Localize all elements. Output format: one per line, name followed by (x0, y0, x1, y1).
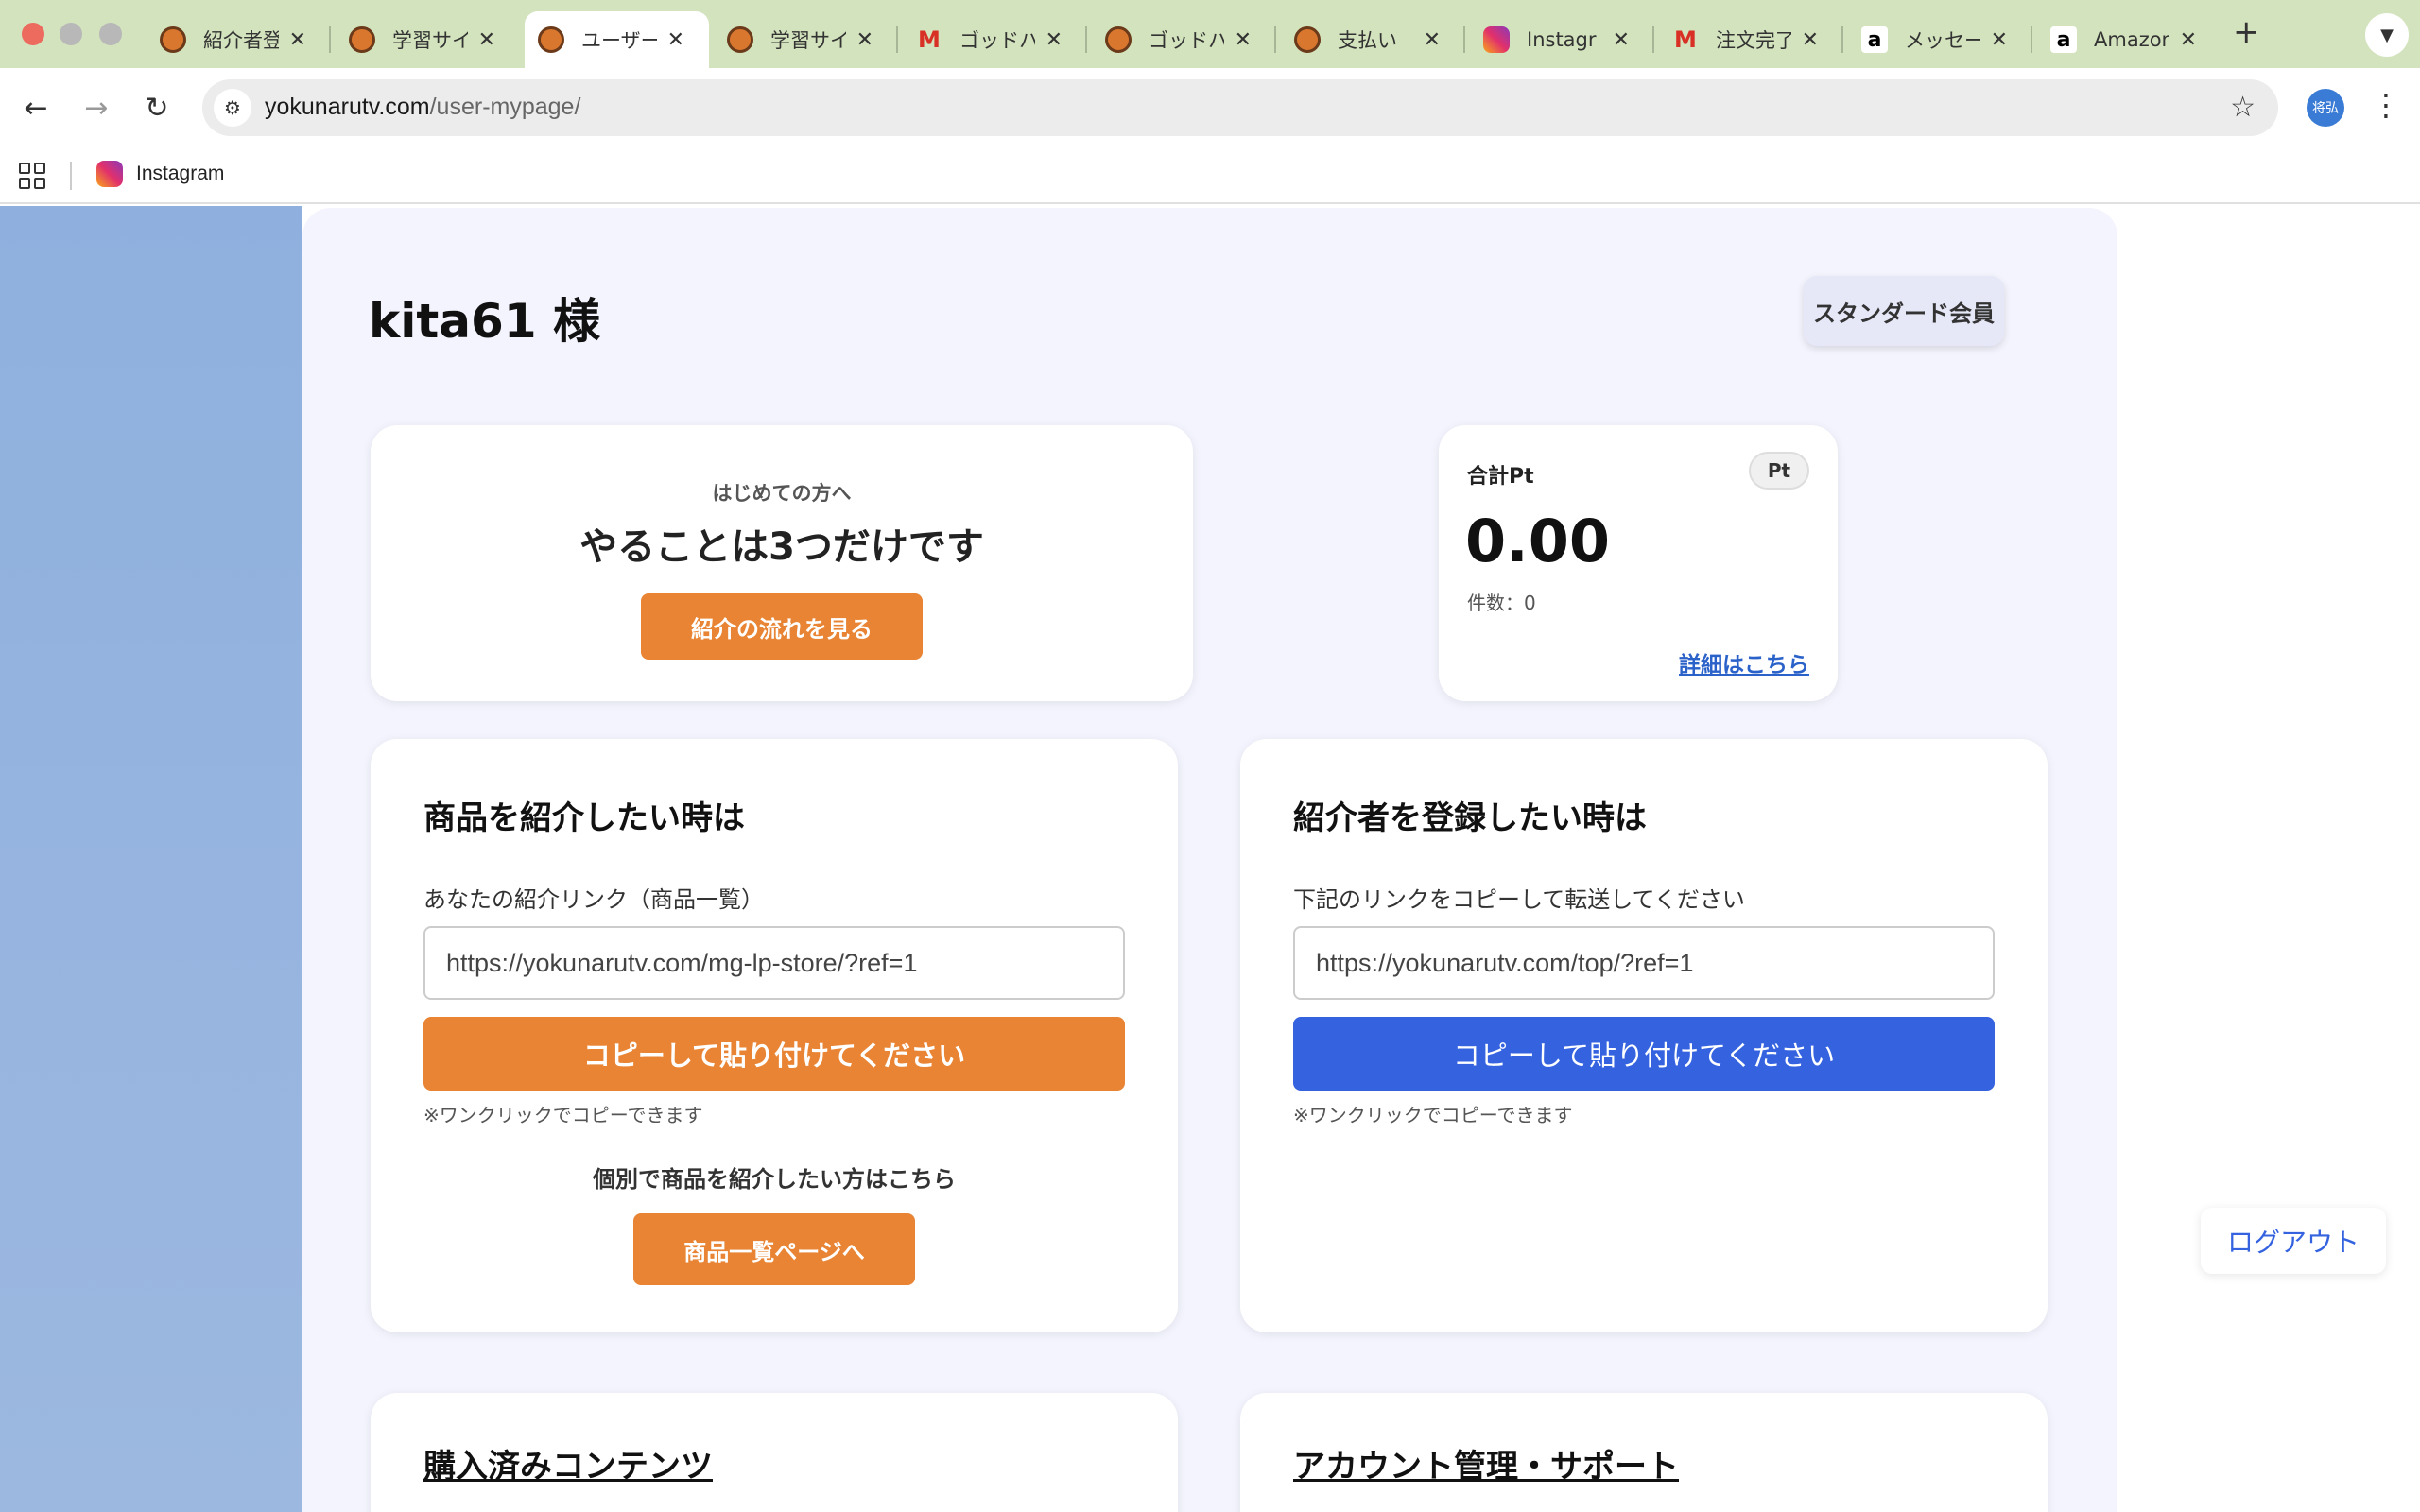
tab-title: Amazon (2094, 28, 2169, 51)
tab-strip: 紹介者登 ✕ 学習サイ ✕ ユーザー ✕ 学習サイ ✕ M ゴッドハ ✕ ゴッド… (0, 0, 2420, 68)
reload-icon[interactable]: ↻ (136, 87, 178, 129)
back-arrow-icon[interactable]: ← (15, 87, 57, 129)
url-text[interactable]: yokunarutv.com/user-mypage/ (265, 94, 580, 121)
person-avatar-icon (160, 26, 186, 53)
account-support-card: アカウント管理・サポート (1240, 1393, 2048, 1512)
address-bar[interactable]: ⚙ yokunarutv.com/user-mypage/ ☆ (202, 79, 2278, 136)
copy-referrer-link-button[interactable]: コピーして貼り付けてください (1293, 1017, 1995, 1091)
points-details-link[interactable]: 詳細はこちら (1679, 646, 1809, 679)
account-support-link[interactable]: アカウント管理・サポート (1293, 1440, 1679, 1486)
intro-card: はじめての方へ やることは3つだけです 紹介の流れを見る (371, 425, 1193, 701)
tab-title: Instagr (1527, 28, 1597, 51)
intro-subtitle: はじめての方へ (712, 482, 852, 505)
tab-title: 学習サイ (770, 29, 846, 52)
tab-10[interactable]: a メッセー ✕ (1848, 11, 2032, 68)
tab-1[interactable]: 紹介者登 ✕ (147, 11, 331, 68)
points-count: 件数：0 (1467, 592, 1536, 614)
referrer-share-card: 紹介者を登録したい時は 下記のリンクをコピーして転送してください コピーして貼り… (1240, 739, 2048, 1332)
copy-note: ※ワンクリックでコピーできます (1293, 1104, 1573, 1126)
close-tab-icon[interactable]: ✕ (1991, 28, 2008, 52)
tab-11[interactable]: a Amazon ✕ (2037, 11, 2221, 68)
person-avatar-icon (1294, 26, 1321, 53)
decorative-background (0, 206, 302, 1512)
forward-arrow-icon[interactable]: → (76, 87, 117, 129)
product-share-card: 商品を紹介したい時は あなたの紹介リンク（商品一覧） コピーして貼り付けてくださ… (371, 739, 1178, 1332)
tab-search-chevron-icon[interactable]: ▼ (2365, 13, 2409, 57)
close-tab-icon[interactable]: ✕ (1802, 28, 1819, 52)
membership-badge: スタンダード会員 (1804, 276, 2004, 346)
tab-title: 紹介者登 (203, 29, 279, 52)
points-value: 0.00 (1465, 507, 1610, 576)
referrer-link-field[interactable] (1293, 926, 1995, 1000)
logout-button[interactable]: ログアウト (2201, 1208, 2386, 1274)
purchased-content-link[interactable]: 購入済みコンテンツ (424, 1440, 713, 1486)
close-tab-icon[interactable]: ✕ (289, 28, 306, 52)
product-share-title: 商品を紹介したい時は (424, 799, 745, 837)
close-tab-icon[interactable]: ✕ (1424, 28, 1441, 52)
mypage-panel: kita61 様 スタンダード会員 はじめての方へ やることは3つだけです 紹介… (302, 208, 2118, 1512)
close-tab-icon[interactable]: ✕ (856, 28, 873, 52)
bookmark-star-icon[interactable]: ☆ (2230, 91, 2256, 124)
close-tab-icon[interactable]: ✕ (1613, 28, 1630, 52)
page-title: kita61 様 (369, 294, 601, 349)
amazon-icon: a (1861, 26, 1888, 53)
close-window-button[interactable] (22, 23, 44, 45)
tab-title: ユーザー (581, 29, 657, 52)
bookmarks-bar: Instagram (0, 147, 2420, 204)
gmail-icon: M (1674, 26, 1697, 53)
minimize-window-button[interactable] (60, 23, 82, 45)
tab-title: ゴッドハ (1149, 29, 1224, 52)
more-menu-icon[interactable]: ⋮ (2371, 87, 2401, 123)
browser-toolbar: ← → ↻ ⚙ yokunarutv.com/user-mypage/ ☆ 将弘… (0, 68, 2420, 147)
person-avatar-icon (538, 26, 564, 53)
person-avatar-icon (349, 26, 375, 53)
tab-9[interactable]: M 注文完了 ✕ (1659, 11, 1843, 68)
points-card: 合計Pt Pt 0.00 件数：0 詳細はこちら (1439, 425, 1838, 701)
close-tab-icon[interactable]: ✕ (1235, 28, 1252, 52)
instagram-icon (96, 161, 123, 187)
apps-grid-icon[interactable] (19, 163, 45, 189)
bookmark-instagram[interactable]: Instagram (96, 161, 224, 187)
individual-product-text: 個別で商品を紹介したい方はこちら (593, 1166, 956, 1193)
tab-7[interactable]: 支払い ✕ (1281, 11, 1465, 68)
tab-3-active[interactable]: ユーザー ✕ (525, 11, 709, 68)
gmail-icon: M (918, 26, 941, 53)
points-chip: Pt (1749, 452, 1809, 490)
amazon-icon: a (2050, 26, 2077, 53)
tab-8[interactable]: Instagr ✕ (1470, 11, 1654, 68)
product-link-label: あなたの紹介リンク（商品一覧） (424, 886, 764, 913)
person-avatar-icon (1105, 26, 1132, 53)
tab-5[interactable]: M ゴッドハ ✕ (903, 11, 1087, 68)
tab-title: メッセー (1905, 29, 1980, 52)
tab-4[interactable]: 学習サイ ✕ (714, 11, 898, 68)
person-avatar-icon (727, 26, 753, 53)
product-list-button[interactable]: 商品一覧ページへ (633, 1213, 915, 1285)
tab-title: 学習サイ (392, 29, 468, 52)
maximize-window-button[interactable] (99, 23, 122, 45)
purchased-content-card: 購入済みコンテンツ (371, 1393, 1178, 1512)
close-tab-icon[interactable]: ✕ (667, 28, 684, 52)
tab-title: 支払い (1338, 29, 1397, 52)
copy-note: ※ワンクリックでコピーできます (424, 1104, 703, 1126)
tab-6[interactable]: ゴッドハ ✕ (1092, 11, 1276, 68)
instagram-icon (1483, 26, 1510, 53)
copy-product-link-button[interactable]: コピーして貼り付けてください (424, 1017, 1125, 1091)
referrer-link-label: 下記のリンクをコピーして転送してください (1293, 886, 1745, 913)
intro-title: やることは3つだけです (579, 525, 984, 569)
bookmark-label: Instagram (136, 163, 225, 184)
tab-2[interactable]: 学習サイ ✕ (336, 11, 520, 68)
profile-avatar[interactable]: 将弘 (2307, 89, 2344, 127)
points-label: 合計Pt (1467, 465, 1534, 489)
site-settings-icon[interactable]: ⚙ (214, 89, 251, 127)
tab-title: ゴッドハ (959, 29, 1035, 52)
tab-title: 注文完了 (1716, 29, 1791, 52)
page-content: kita61 様 スタンダード会員 はじめての方へ やることは3つだけです 紹介… (0, 206, 2420, 1512)
view-flow-button[interactable]: 紹介の流れを見る (641, 593, 923, 660)
product-link-field[interactable] (424, 926, 1125, 1000)
referrer-share-title: 紹介者を登録したい時は (1293, 799, 1647, 837)
close-tab-icon[interactable]: ✕ (2180, 28, 2197, 52)
close-tab-icon[interactable]: ✕ (1046, 28, 1063, 52)
new-tab-icon[interactable]: + (2233, 13, 2260, 51)
close-tab-icon[interactable]: ✕ (478, 28, 495, 52)
